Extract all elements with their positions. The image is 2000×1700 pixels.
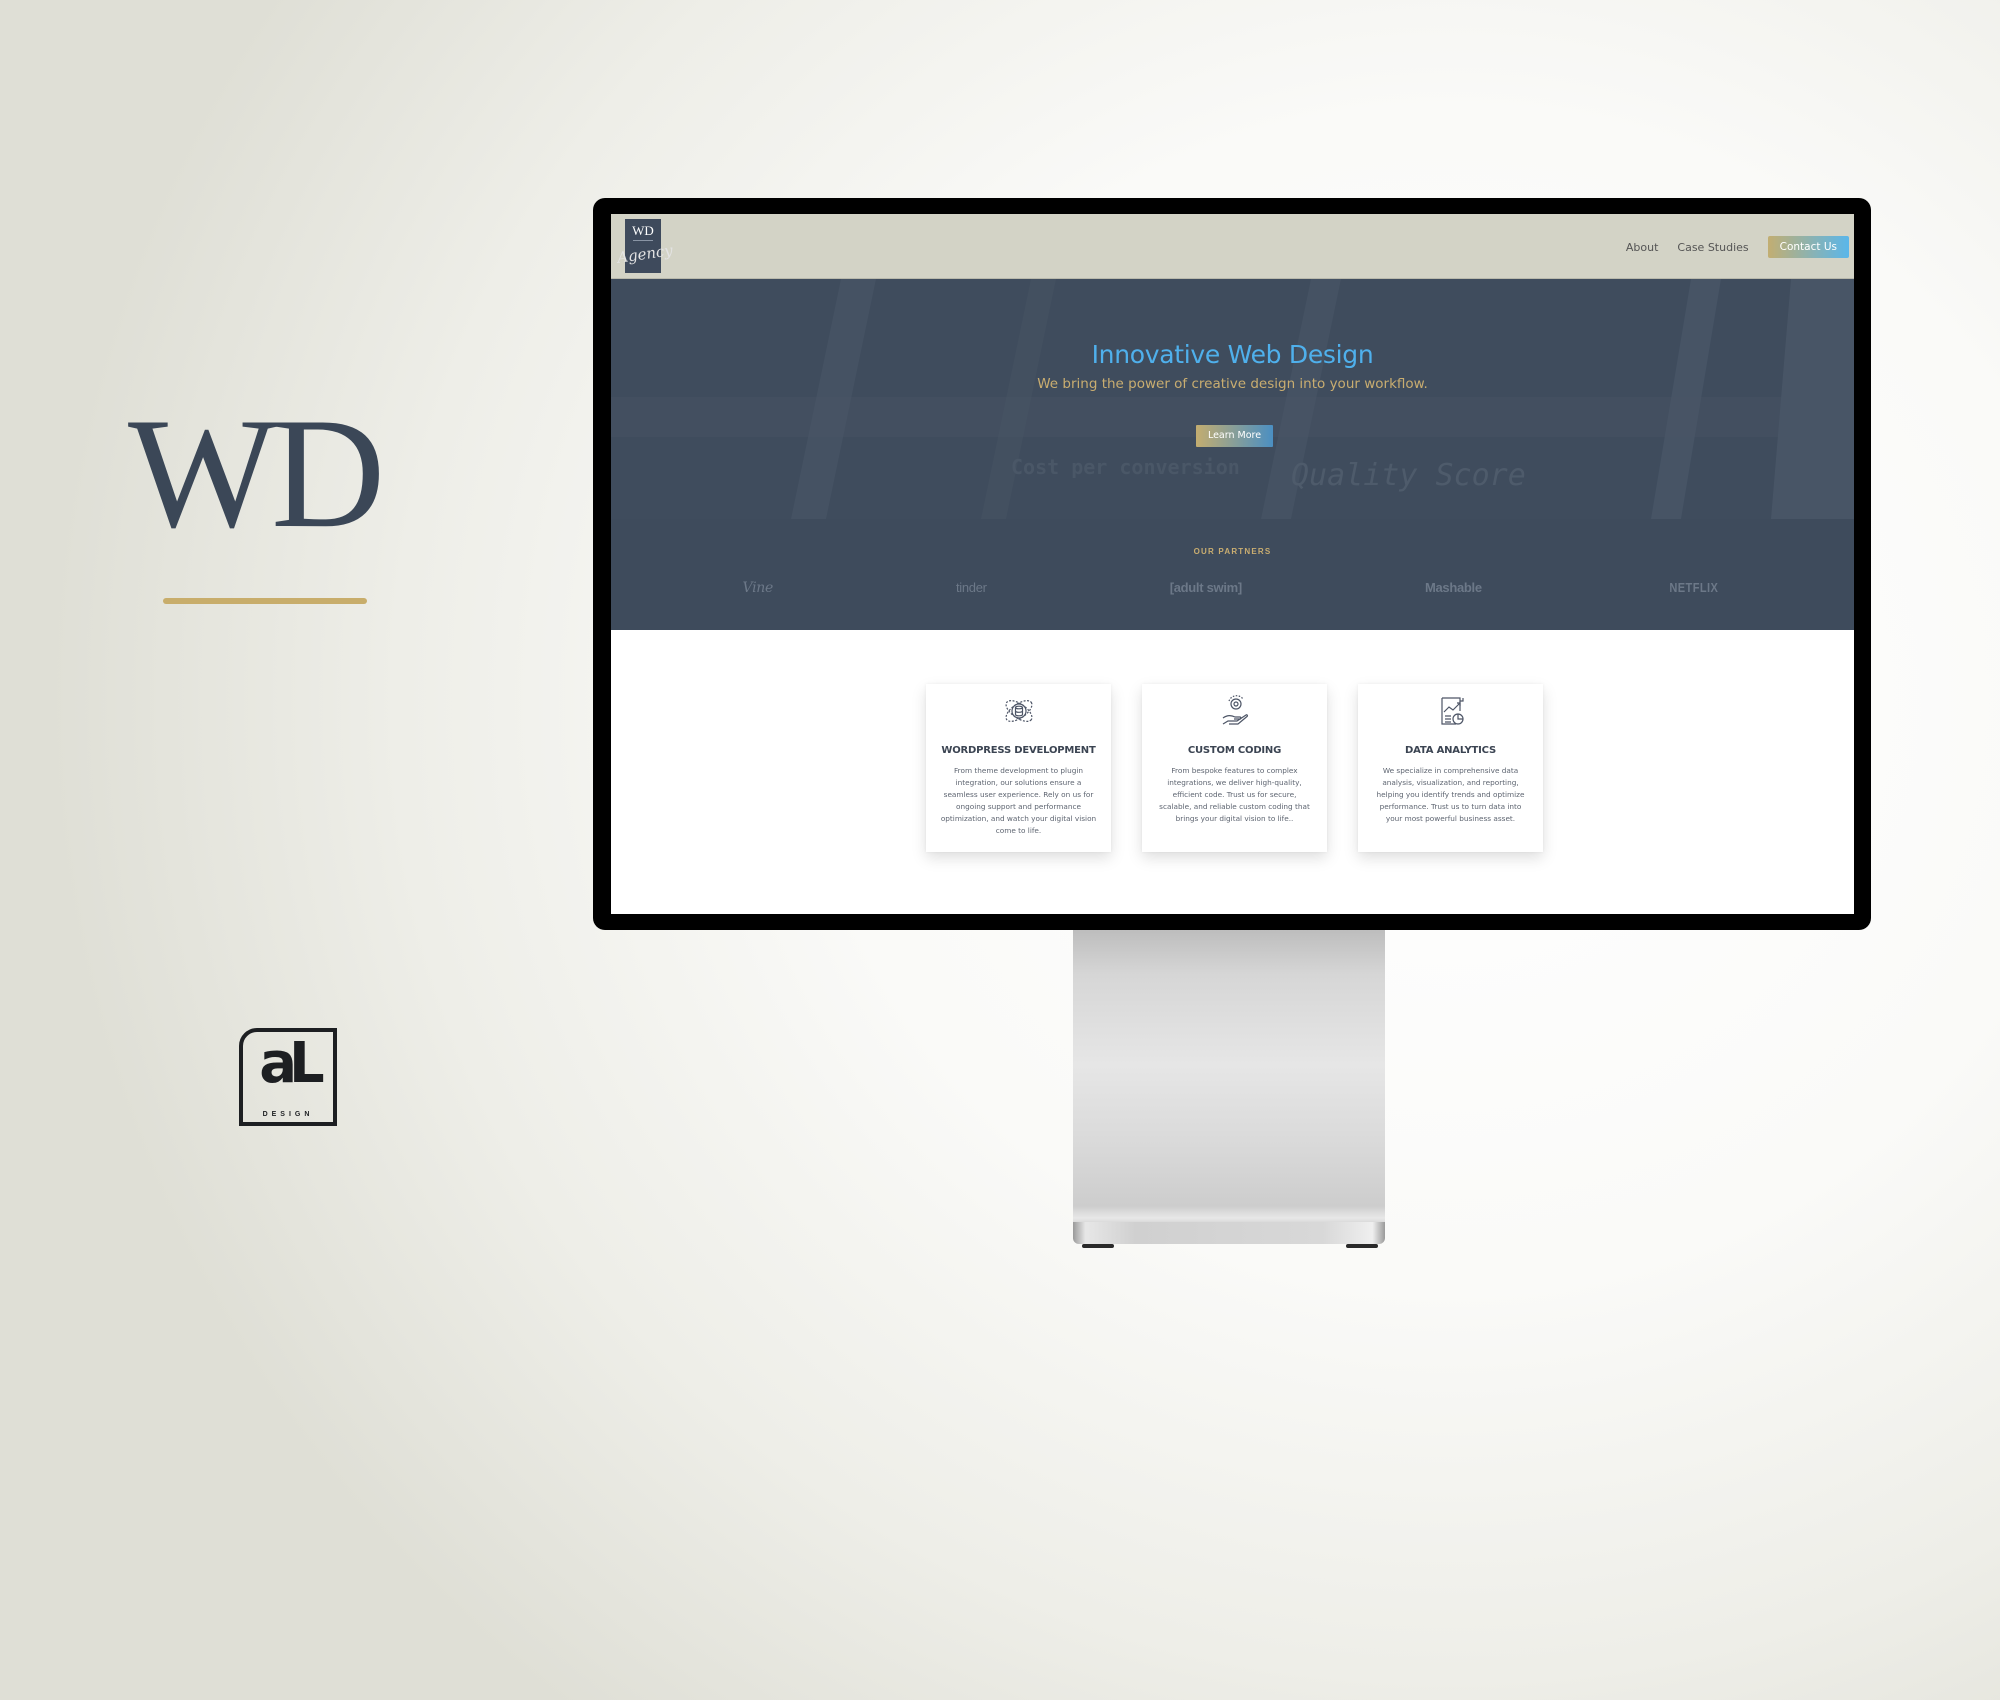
service-description: We specialize in comprehensive data anal… — [1376, 766, 1525, 823]
partner-logo-tinder: tinder — [955, 580, 987, 595]
ae-logo-subtitle: DESIGN — [262, 1111, 314, 1118]
service-card-data-analytics[interactable]: DATA ANALYTICS We specialize in comprehe… — [1358, 684, 1543, 852]
hero-section: Cost per conversion Quality Score Innova… — [611, 279, 1854, 630]
website-screen: WD Agency About Case Studies Contact Us … — [611, 214, 1854, 914]
partner-logo-netflix: NETFLIX — [1669, 580, 1719, 595]
stand-foot-right — [1346, 1244, 1378, 1248]
hero-subtitle: We bring the power of creative design in… — [1037, 376, 1428, 392]
brand-divider — [163, 598, 367, 604]
site-logo[interactable]: WD Agency — [616, 219, 674, 273]
site-logo-signature: Agency — [616, 241, 674, 267]
hero-bg-text-quality: Quality Score — [1291, 458, 1526, 493]
database-orbit-icon — [926, 694, 1111, 728]
report-chart-icon — [1358, 694, 1543, 728]
partners-title: OUR PARTNERS — [1193, 547, 1272, 556]
contact-us-button[interactable]: Contact Us — [1767, 236, 1849, 258]
nav-link-about[interactable]: About — [1626, 241, 1659, 254]
nav-link-case-studies[interactable]: Case Studies — [1677, 241, 1748, 254]
service-description: From bespoke features to complex integra… — [1159, 766, 1310, 823]
partner-logo-adult-swim: [adult swim] — [1169, 580, 1243, 595]
service-card-wordpress[interactable]: WORDPRESS DEVELOPMENT From theme develop… — [926, 684, 1111, 852]
brand-monogram: WD — [128, 386, 385, 561]
monitor-stand — [1073, 930, 1385, 1230]
stand-foot-left — [1082, 1244, 1114, 1248]
partner-logo-mashable: Mashable — [1424, 580, 1482, 595]
site-logo-monogram: WD — [632, 223, 654, 238]
ae-logo-glyph: aL — [259, 1031, 324, 1096]
partner-logo-vine: Vine — [742, 580, 774, 596]
services-cards: WORDPRESS DEVELOPMENT From theme develop… — [926, 684, 1543, 852]
monitor-stand-base — [1073, 1222, 1385, 1244]
hero-title: Innovative Web Design — [1091, 340, 1374, 369]
service-card-custom-coding[interactable]: CUSTOM CODING From bespoke features to c… — [1142, 684, 1327, 852]
hero-background-image: Cost per conversion Quality Score — [611, 279, 1854, 519]
service-description: From theme development to plugin integra… — [940, 766, 1097, 835]
hero-bg-text-cost: Cost per conversion — [1011, 455, 1240, 479]
monitor-frame: WD Agency About Case Studies Contact Us … — [593, 198, 1871, 930]
ae-design-logo: aL DESIGN — [239, 1028, 337, 1126]
partners-logos: Vine tinder [adult swim] Mashable NETFLI… — [611, 580, 1854, 596]
site-nav: About Case Studies Contact Us — [1626, 236, 1849, 258]
service-title: CUSTOM CODING — [1187, 745, 1282, 756]
site-header: WD Agency About Case Studies Contact Us — [611, 214, 1854, 279]
service-title: WORDPRESS DEVELOPMENT — [941, 745, 1096, 756]
learn-more-button[interactable]: Learn More — [1196, 425, 1273, 447]
service-title: DATA ANALYTICS — [1405, 745, 1496, 756]
site-logo-divider — [633, 240, 653, 241]
hand-gear-icon — [1142, 694, 1327, 728]
